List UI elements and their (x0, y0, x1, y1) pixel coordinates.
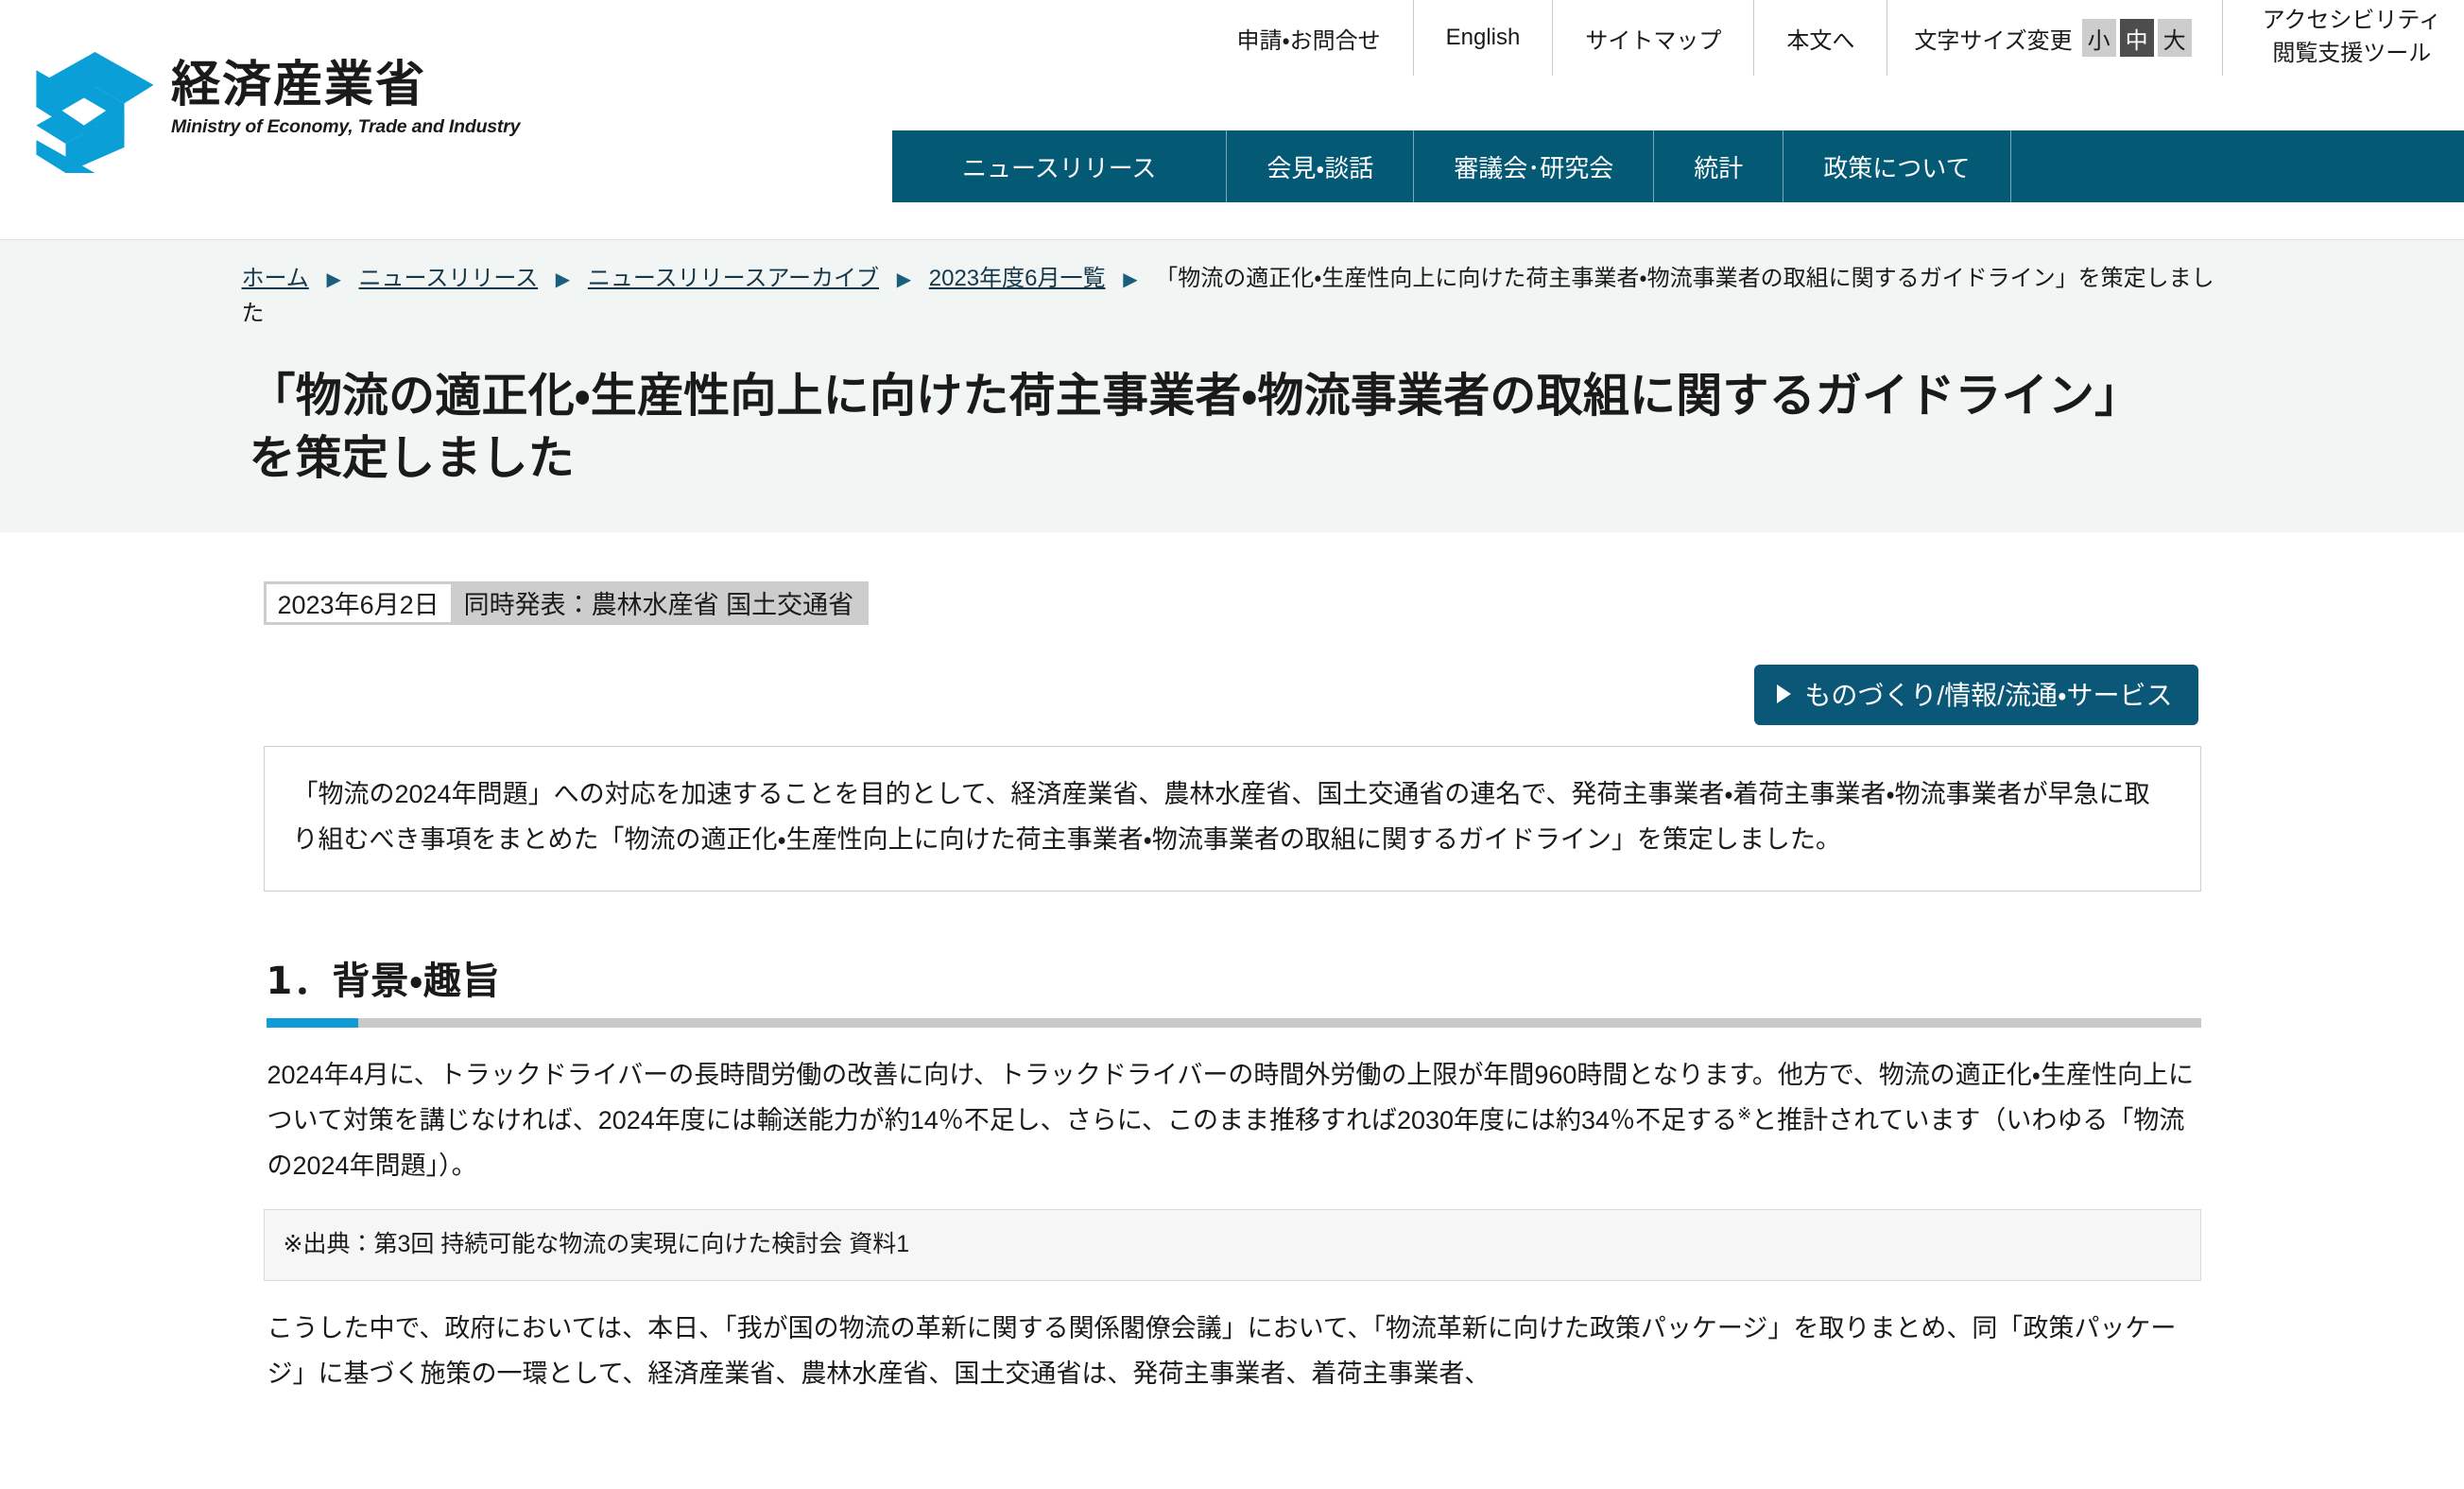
font-size-small-button[interactable]: 小 (2081, 19, 2116, 57)
breadcrumb-item-2023-june[interactable]: 2023年度6月一覧 (929, 266, 1106, 291)
source-note-text: ※出典：第3回 持続可能な物流の実現に向けた検討会 資料1 (283, 1230, 910, 1257)
logo-en-name: Ministry of Economy, Trade and Industry (171, 115, 521, 137)
category-button-manufacturing-info-distribution[interactable]: ものづくり/情報/流通・サービス (1754, 664, 2198, 725)
breadcrumb: ホーム ▶ ニュースリリース ▶ ニュースリリースアーカイブ ▶ 2023年度6… (242, 261, 2230, 331)
gnav-item-statistics[interactable]: 統計 (1653, 130, 1783, 202)
breadcrumb-current-page: 「物流の適正化・生産性向上に向けた荷主事業者・物流事業者の取組に関するガイドライ… (241, 266, 2214, 327)
gnav-trailing-divider (2009, 130, 2024, 202)
section-paragraph-2: こうした中で、政府においては、本日、「我が国の物流の革新に関する関係閣僚会議」に… (267, 1313, 2177, 1388)
summary-text: 「物流の2024年問題」への対応を加速することを目的として、経済産業省、農林水産… (292, 779, 2150, 854)
accessibility-tool-link[interactable]: アクセシビリティ 閲覧支援ツール (2221, 0, 2464, 76)
breadcrumb-item-news-release[interactable]: ニュースリリース (359, 266, 539, 291)
section-paragraph-1: 2024年4月に、トラックドライバーの長時間労働の改善に向け、トラックドライバー… (264, 1052, 2201, 1188)
breadcrumb-separator-icon: ▶ (896, 269, 912, 290)
site-logo[interactable]: 経済産業省 Ministry of Economy, Trade and Ind… (36, 52, 520, 173)
gnav-item-councils[interactable]: 審議会･研究会 (1413, 130, 1653, 202)
page-title: 「物流の適正化・生産性向上に向けた荷主事業者・物流事業者の取組に関するガイドライ… (249, 369, 2142, 485)
breadcrumb-item-news-archive[interactable]: ニュースリリースアーカイブ (588, 266, 879, 291)
utility-link-english[interactable]: English (1412, 0, 1553, 76)
logo-jp-name: 経済産業省 (171, 57, 427, 113)
publication-date: 2023年6月2日 (266, 583, 451, 622)
gnav-item-policies[interactable]: 政策について (1783, 130, 2009, 202)
breadcrumb-item-home[interactable]: ホーム (242, 266, 309, 291)
accessibility-line2: 閲覧支援ツール (2272, 41, 2432, 66)
publication-meta: 2023年6月2日 同時発表：農林水産省 国土交通省 (263, 580, 870, 625)
utility-nav: 申請・お問合せ English サイトマップ 本文へ 文字サイズ変更 小 中 大… (1204, 0, 2464, 76)
breadcrumb-separator-icon: ▶ (326, 269, 341, 290)
font-size-control: 文字サイズ変更 小 中 大 (1887, 0, 2221, 76)
breadcrumb-separator-icon: ▶ (555, 269, 571, 290)
font-size-medium-button[interactable]: 中 (2119, 19, 2154, 57)
logo-text-block: 経済産業省 Ministry of Economy, Trade and Ind… (171, 52, 520, 138)
site-header: 経済産業省 Ministry of Economy, Trade and Ind… (0, 0, 2464, 239)
font-size-large-button[interactable]: 大 (2157, 19, 2192, 57)
accessibility-line1: アクセシビリティ (2262, 8, 2441, 34)
triangle-right-icon (1777, 684, 1792, 703)
section-heading-background: 1．背景・趣旨 (264, 950, 2201, 1028)
category-row: ものづくり/情報/流通・サービス (264, 664, 2201, 725)
title-band: ホーム ▶ ニュースリリース ▶ ニュースリリースアーカイブ ▶ 2023年度6… (0, 239, 2464, 532)
gnav-item-news-release[interactable]: ニュースリリース (892, 130, 1226, 202)
utility-link-skip-to-content[interactable]: 本文へ (1753, 0, 1887, 76)
footnote-marker: ※ (1737, 1103, 1752, 1123)
main-content: 2023年6月2日 同時発表：農林水産省 国土交通省 ものづくり/情報/流通・サ… (0, 531, 2464, 1397)
breadcrumb-separator-icon: ▶ (1123, 269, 1138, 290)
category-button-label: ものづくり/情報/流通・サービス (1804, 680, 2173, 710)
section-heading-text: 1．背景・趣旨 (266, 959, 501, 1003)
global-nav: ニュースリリース 会見・談話 審議会･研究会 統計 政策について (892, 130, 2464, 202)
meti-logo-icon (36, 52, 154, 173)
gnav-item-press-conference[interactable]: 会見・談話 (1226, 130, 1413, 202)
utility-link-apply-contact[interactable]: 申請・お問合せ (1204, 0, 1412, 76)
co-announcement: 同時発表：農林水産省 国土交通省 (463, 591, 854, 620)
font-size-label: 文字サイズ変更 (1914, 27, 2073, 54)
source-note-box: ※出典：第3回 持続可能な物流の実現に向けた検討会 資料1 (263, 1208, 2201, 1281)
section-heading-rule (266, 1017, 2201, 1028)
summary-box: 「物流の2024年問題」への対応を加速することを目的として、経済産業省、農林水産… (263, 745, 2201, 892)
utility-link-sitemap[interactable]: サイトマップ (1552, 0, 1753, 76)
